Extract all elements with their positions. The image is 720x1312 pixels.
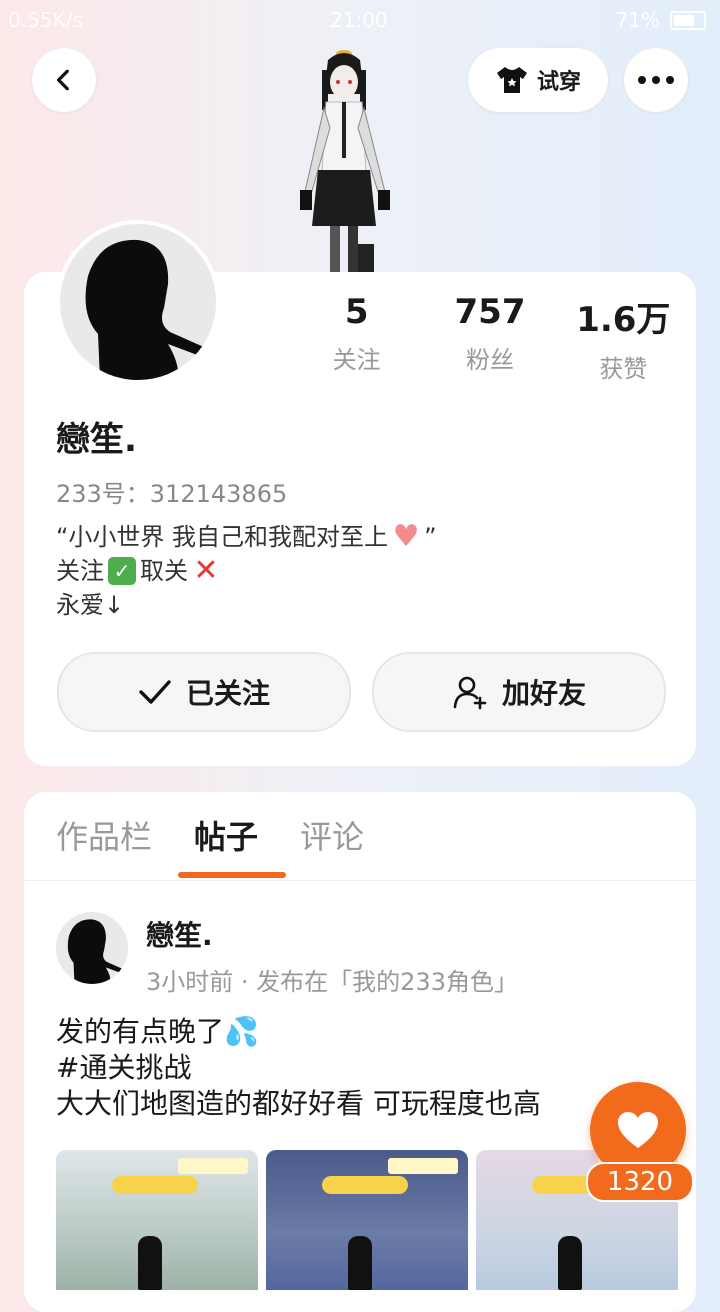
profile-uid: 233号：312143865 xyxy=(56,480,288,508)
add-user-icon xyxy=(453,676,487,710)
heart-icon xyxy=(618,1112,658,1148)
post-line-3: 大大们地图造的都好好看 可玩程度也高 xyxy=(56,1087,541,1120)
battery-percent: 71% xyxy=(615,8,660,32)
post-hashtag[interactable]: #通关挑战 xyxy=(56,1050,616,1086)
heart-emoji-icon: ♥ xyxy=(392,519,420,554)
chevron-left-icon xyxy=(56,69,69,91)
sweat-drops-emoji-icon: 💦 xyxy=(224,1015,259,1048)
like-count: 1320 xyxy=(586,1162,694,1202)
post-meta: 3小时前 · 发布在「我的233角色」 xyxy=(146,968,518,996)
post-images xyxy=(56,1150,678,1290)
followed-label: 已关注 xyxy=(185,677,270,710)
tab-works[interactable]: 作品栏 xyxy=(56,812,152,858)
silhouette-icon xyxy=(85,239,206,380)
back-button[interactable] xyxy=(32,48,96,112)
post-line-1: 发的有点晚了 xyxy=(56,1015,225,1048)
clock: 21:00 xyxy=(330,8,388,32)
stat-value: 1.6万 xyxy=(576,300,671,340)
character-figure xyxy=(138,1236,162,1290)
stat-label: 粉丝 xyxy=(465,346,514,374)
banner-shape xyxy=(322,1176,408,1194)
stat-followers[interactable]: 757 粉丝 xyxy=(423,292,556,384)
post-author-name[interactable]: 戀笙. xyxy=(146,914,213,954)
profile-avatar[interactable] xyxy=(56,220,220,384)
active-tab-indicator xyxy=(178,872,286,878)
profile-stats: 5 关注 757 粉丝 1.6万 获赞 xyxy=(290,292,690,384)
profile-username: 戀笙. xyxy=(56,420,137,460)
profile-tabs: 作品栏 帖子 评论 xyxy=(56,812,364,858)
stat-value: 5 xyxy=(344,292,369,332)
rank-panel xyxy=(388,1158,458,1174)
battery-icon xyxy=(670,11,706,30)
bio-quote-end: ” xyxy=(424,523,437,551)
stat-label: 获赞 xyxy=(599,355,648,383)
tabs-divider xyxy=(24,880,696,881)
status-bar: 0.55K/s 21:00 71% xyxy=(0,0,720,40)
banner-shape xyxy=(112,1176,198,1194)
bio-line-1: “小小世界 我自己和我配对至上 xyxy=(56,523,389,551)
tab-comments[interactable]: 评论 xyxy=(300,812,364,858)
check-icon xyxy=(139,680,171,704)
network-speed: 0.55K/s xyxy=(8,8,83,32)
bio-line-2b: 取关 xyxy=(140,557,188,585)
rank-panel xyxy=(178,1158,248,1174)
stat-label: 关注 xyxy=(332,346,381,374)
check-emoji-icon: ✓ xyxy=(108,557,136,585)
more-options-button[interactable] xyxy=(624,48,688,112)
character-model xyxy=(300,50,390,273)
cross-emoji-icon: ✕ xyxy=(193,553,219,588)
stat-value: 757 xyxy=(454,292,526,332)
bio-line-2a: 关注 xyxy=(56,557,104,585)
followed-button[interactable]: 已关注 xyxy=(57,652,351,732)
post-content[interactable]: 发的有点晚了💦 #通关挑战 大大们地图造的都好好看 可玩程度也高 xyxy=(56,1014,616,1122)
tab-posts[interactable]: 帖子 xyxy=(194,812,258,858)
post-image-thumbnail[interactable] xyxy=(266,1150,468,1290)
silhouette-icon xyxy=(67,919,124,984)
add-friend-label: 加好友 xyxy=(501,677,586,710)
post-author-avatar[interactable] xyxy=(56,912,128,984)
profile-bio: “小小世界 我自己和我配对至上 ♥ ” 关注 ✓ 取关 ✕ 永爱↓ xyxy=(56,520,437,622)
more-dots-icon xyxy=(638,76,674,84)
try-on-label: 试穿 xyxy=(536,70,581,95)
post-image-thumbnail[interactable] xyxy=(56,1150,258,1290)
bio-line-3: 永爱↓ xyxy=(56,591,125,619)
try-on-button[interactable]: 试穿 xyxy=(468,48,608,112)
stat-likes[interactable]: 1.6万 获赞 xyxy=(557,292,690,384)
stat-following[interactable]: 5 关注 xyxy=(290,292,423,384)
character-figure xyxy=(558,1236,582,1290)
character-figure xyxy=(348,1236,372,1290)
add-friend-button[interactable]: 加好友 xyxy=(372,652,666,732)
shirt-icon xyxy=(496,67,527,93)
